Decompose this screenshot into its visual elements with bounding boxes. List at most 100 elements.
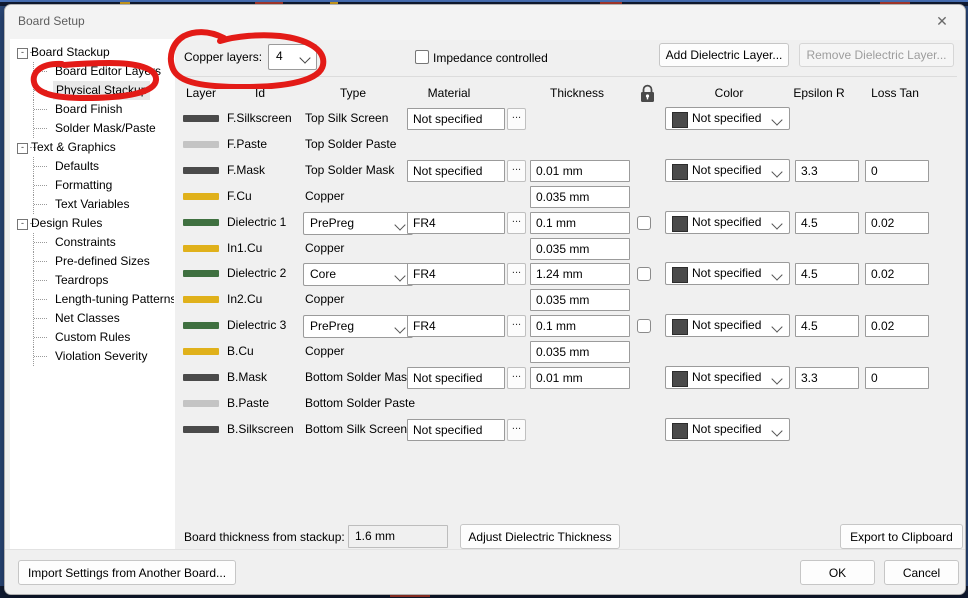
sidebar-item-length-tuning-patterns[interactable]: Length-tuning Patterns bbox=[11, 290, 174, 309]
thickness-value: 0.1 mm bbox=[536, 319, 577, 334]
sidebar-item-design-rules[interactable]: - Design Rules bbox=[11, 214, 174, 233]
material-field[interactable]: Not specified bbox=[407, 159, 505, 182]
table-row[interactable]: Dielectric 1 PrePreg FR4... 0.1 mm Not speci… bbox=[175, 210, 965, 236]
thickness-field[interactable]: 0.035 mm bbox=[530, 341, 630, 364]
epsilon-r-field[interactable]: 3.3 bbox=[795, 367, 859, 389]
thickness-field[interactable]: 0.035 mm bbox=[530, 185, 630, 208]
thickness-field[interactable]: 0.1 mm bbox=[530, 315, 630, 338]
epsilon-r-field[interactable]: 4.5 bbox=[795, 211, 859, 234]
tree-connector bbox=[34, 280, 47, 281]
layer-color-value: Not specified bbox=[692, 318, 762, 333]
settings-tree[interactable]: - Board Stackup Board Editor Layers Physica… bbox=[10, 39, 175, 566]
table-row[interactable]: F.Paste Top Solder Paste bbox=[175, 132, 965, 158]
layer-type-label: Copper bbox=[305, 344, 345, 359]
loss-tangent-field[interactable]: 0.02 bbox=[865, 315, 929, 338]
material-browse-button[interactable]: ... bbox=[507, 108, 526, 130]
cancel-button[interactable]: Cancel bbox=[884, 560, 959, 585]
sidebar-item-violation-severity[interactable]: Violation Severity bbox=[11, 347, 174, 366]
sidebar-item-board-editor-layers[interactable]: Board Editor Layers bbox=[11, 62, 174, 81]
table-row[interactable]: B.Cu Copper 0.035 mm bbox=[175, 339, 965, 365]
layer-color-select[interactable]: Not specified bbox=[665, 262, 790, 286]
material-value: FR4 bbox=[413, 215, 436, 230]
dielectric-type-select[interactable]: PrePreg bbox=[303, 211, 413, 235]
layer-color-select[interactable]: Not specified bbox=[665, 366, 790, 389]
export-to-clipboard-button[interactable]: Export to Clipboard bbox=[840, 524, 963, 549]
layer-color-select[interactable]: Not specified bbox=[665, 158, 790, 182]
thickness-field[interactable]: 0.01 mm bbox=[530, 367, 630, 389]
material-browse-button[interactable]: ... bbox=[507, 211, 526, 234]
add-dielectric-layer-button[interactable]: Add Dielectric Layer... bbox=[659, 43, 789, 67]
epsilon-r-value: 4.5 bbox=[801, 319, 818, 334]
table-row[interactable]: B.Paste Bottom Solder Paste bbox=[175, 391, 965, 417]
thickness-field[interactable]: 0.01 mm bbox=[530, 159, 630, 182]
material-browse-button[interactable]: ... bbox=[507, 418, 526, 441]
layer-color-swatch bbox=[183, 166, 219, 174]
material-browse-button[interactable]: ... bbox=[507, 159, 526, 182]
table-row[interactable]: In2.Cu Copper 0.035 mm bbox=[175, 287, 965, 313]
material-field[interactable]: FR4 bbox=[407, 211, 505, 234]
material-browse-button[interactable]: ... bbox=[507, 367, 526, 389]
table-row[interactable]: Dielectric 3 PrePreg FR4... 0.1 mm Not speci… bbox=[175, 313, 965, 339]
tree-connector bbox=[34, 166, 47, 167]
material-field[interactable]: Not specified bbox=[407, 367, 505, 389]
tree-expander-icon[interactable]: - bbox=[17, 48, 28, 59]
dielectric-type-select[interactable]: Core bbox=[303, 263, 413, 287]
material-browse-button[interactable]: ... bbox=[507, 263, 526, 286]
sidebar-item-defaults[interactable]: Defaults bbox=[11, 157, 174, 176]
sidebar-item-board-finish[interactable]: Board Finish bbox=[11, 100, 174, 119]
sidebar-item-physical-stackup[interactable]: Physical Stackup bbox=[11, 81, 174, 100]
table-row[interactable]: B.Silkscreen Bottom Silk Screen Not specif… bbox=[175, 417, 965, 443]
material-field[interactable]: Not specified bbox=[407, 418, 505, 441]
sidebar-item-teardrops[interactable]: Teardrops bbox=[11, 271, 174, 290]
material-field[interactable]: Not specified bbox=[407, 108, 505, 130]
thickness-lock-checkbox[interactable] bbox=[637, 319, 651, 334]
layer-color-select[interactable]: Not specified bbox=[665, 314, 790, 338]
adjust-dielectric-thickness-button[interactable]: Adjust Dielectric Thickness bbox=[460, 524, 620, 549]
copper-layers-select[interactable]: 4 bbox=[268, 44, 317, 70]
checkbox-box bbox=[415, 50, 429, 64]
sidebar-item-solder-mask-paste[interactable]: Solder Mask/Paste bbox=[11, 119, 174, 138]
loss-tangent-field[interactable]: 0.02 bbox=[865, 211, 929, 234]
tree-expander-icon[interactable]: - bbox=[17, 219, 28, 230]
ok-button[interactable]: OK bbox=[800, 560, 875, 585]
sidebar-item-text-graphics[interactable]: - Text & Graphics bbox=[11, 138, 174, 157]
table-row[interactable]: B.Mask Bottom Solder Mask Not specified...… bbox=[175, 365, 965, 391]
loss-tangent-field[interactable]: 0.02 bbox=[865, 263, 929, 286]
sidebar-item-custom-rules[interactable]: Custom Rules bbox=[11, 328, 174, 347]
material-field[interactable]: FR4 bbox=[407, 263, 505, 286]
import-settings-button[interactable]: Import Settings from Another Board... bbox=[18, 560, 236, 585]
color-preview-swatch bbox=[672, 215, 688, 232]
table-row[interactable]: F.Silkscreen Top Silk Screen Not specified… bbox=[175, 106, 965, 132]
epsilon-r-field[interactable]: 4.5 bbox=[795, 315, 859, 338]
loss-tangent-field[interactable]: 0 bbox=[865, 367, 929, 389]
layer-color-select[interactable]: Not specified bbox=[665, 107, 790, 130]
sidebar-item-formatting[interactable]: Formatting bbox=[11, 176, 174, 195]
layer-type-label: Top Solder Paste bbox=[305, 136, 397, 151]
thickness-field[interactable]: 0.1 mm bbox=[530, 211, 630, 234]
sidebar-item-constraints[interactable]: Constraints bbox=[11, 233, 174, 252]
sidebar-item-board-stackup[interactable]: - Board Stackup bbox=[11, 43, 174, 62]
layer-color-select[interactable]: Not specified bbox=[665, 417, 790, 441]
thickness-lock-checkbox[interactable] bbox=[637, 267, 651, 282]
material-browse-button[interactable]: ... bbox=[507, 315, 526, 338]
sidebar-item-text-variables[interactable]: Text Variables bbox=[11, 195, 174, 214]
table-row[interactable]: Dielectric 2 Core FR4... 1.24 mm Not specifi… bbox=[175, 261, 965, 287]
loss-tangent-field[interactable]: 0 bbox=[865, 159, 929, 182]
epsilon-r-field[interactable]: 4.5 bbox=[795, 263, 859, 286]
impedance-controlled-checkbox[interactable]: Impedance controlled bbox=[415, 50, 548, 65]
sidebar-item-net-classes[interactable]: Net Classes bbox=[11, 309, 174, 328]
thickness-field[interactable]: 1.24 mm bbox=[530, 263, 630, 286]
sidebar-item-pre-defined-sizes[interactable]: Pre-defined Sizes bbox=[11, 252, 174, 271]
thickness-lock-checkbox[interactable] bbox=[637, 215, 651, 230]
dielectric-type-select[interactable]: PrePreg bbox=[303, 315, 413, 339]
thickness-field[interactable]: 0.035 mm bbox=[530, 289, 630, 312]
thickness-field[interactable]: 0.035 mm bbox=[530, 237, 630, 260]
material-field[interactable]: FR4 bbox=[407, 315, 505, 338]
tree-expander-icon[interactable]: - bbox=[17, 143, 28, 154]
table-row[interactable]: F.Mask Top Solder Mask Not specified... 0.0… bbox=[175, 158, 965, 184]
layer-color-select[interactable]: Not specified bbox=[665, 210, 790, 234]
epsilon-r-field[interactable]: 3.3 bbox=[795, 159, 859, 182]
close-icon[interactable]: ✕ bbox=[919, 5, 965, 38]
table-row[interactable]: In1.Cu Copper 0.035 mm bbox=[175, 236, 965, 262]
table-row[interactable]: F.Cu Copper 0.035 mm bbox=[175, 184, 965, 210]
